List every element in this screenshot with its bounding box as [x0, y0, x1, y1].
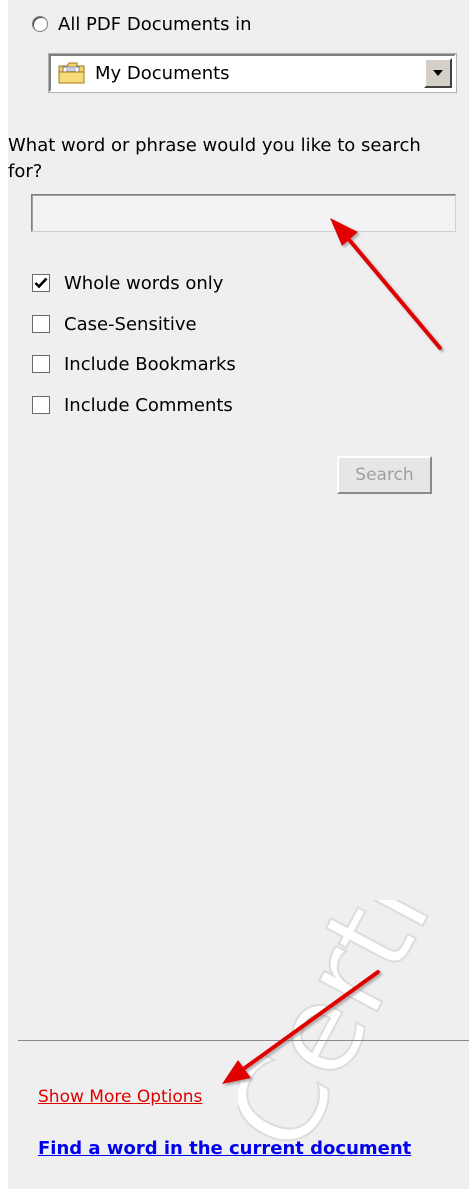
- search-input[interactable]: [31, 194, 456, 232]
- option-label: Include Comments: [64, 394, 233, 416]
- location-dropdown[interactable]: My Documents: [48, 53, 457, 93]
- option-label: Case-Sensitive: [64, 313, 197, 335]
- location-value: My Documents: [95, 62, 230, 84]
- option-label: Include Bookmarks: [64, 353, 236, 375]
- all-pdf-documents-option[interactable]: All PDF Documents in: [32, 10, 252, 38]
- checkbox[interactable]: [32, 274, 50, 292]
- watermark-text: Certi: [238, 900, 459, 1174]
- find-in-current-document-link[interactable]: Find a word in the current document: [38, 1138, 411, 1159]
- folder-icon: [58, 62, 85, 84]
- search-question: What word or phrase would you like to se…: [8, 135, 421, 182]
- option-label: Whole words only: [64, 272, 224, 294]
- checkbox[interactable]: [32, 396, 50, 414]
- option-case-sensitive[interactable]: Case-Sensitive: [32, 311, 197, 337]
- footer-divider: [18, 1040, 469, 1041]
- option-whole-words[interactable]: Whole words only: [32, 270, 223, 296]
- dropdown-arrow-button[interactable]: [424, 58, 452, 88]
- search-panel: All PDF Documents in My Documents What w…: [0, 0, 469, 1189]
- radio-button[interactable]: [32, 16, 48, 32]
- search-button[interactable]: Search: [337, 456, 432, 494]
- option-include-bookmarks[interactable]: Include Bookmarks: [32, 351, 236, 377]
- chevron-down-icon: [433, 70, 443, 76]
- show-more-options-link[interactable]: Show More Options: [38, 1087, 202, 1107]
- checkmark-icon: [34, 277, 48, 289]
- option-include-comments[interactable]: Include Comments: [32, 392, 233, 418]
- annotation-arrow: [330, 218, 442, 350]
- radio-label: All PDF Documents in: [58, 13, 252, 35]
- checkbox[interactable]: [32, 315, 50, 333]
- checkbox[interactable]: [32, 355, 50, 373]
- panel-left-edge: [0, 0, 8, 1189]
